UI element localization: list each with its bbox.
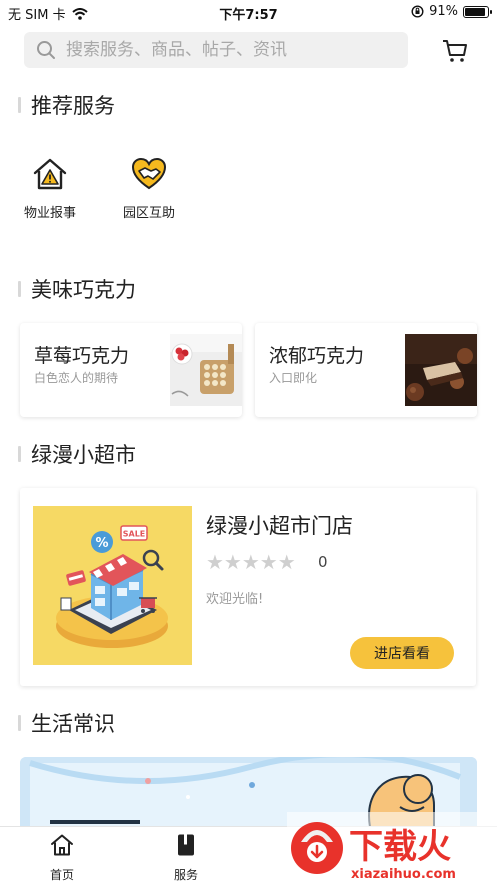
store-name: 绿漫小超市门店 (206, 514, 353, 538)
search-row (0, 32, 497, 70)
search-icon (37, 41, 55, 59)
rating-value: 0 (318, 553, 328, 571)
status-bar: 无 SIM 卡 下午7:57 91% (0, 0, 497, 26)
tab-home[interactable]: 首页 (32, 833, 92, 883)
watermark-text: 下载火 (349, 827, 451, 867)
enter-store-button[interactable]: 进店看看 (350, 637, 454, 669)
service-property-report[interactable]: 物业报事 (10, 156, 90, 221)
battery-fill (465, 7, 486, 16)
status-right-group: 91% (411, 4, 492, 19)
chocolate-card-strawberry[interactable]: 草莓巧克力 白色恋人的期待 (20, 323, 242, 417)
search-input[interactable] (66, 40, 386, 60)
section-supermarket-title: 绿漫小超市 (31, 443, 136, 467)
battery-icon (463, 5, 492, 18)
sale-tag: SALE (123, 530, 146, 539)
chocolate-card-rich[interactable]: 浓郁巧克力 入口即化 (255, 323, 477, 417)
watermark-logo: 下载火 xiazaihuo.com (287, 812, 497, 883)
section-marker (18, 446, 21, 462)
chocolate-desc: 入口即化 (269, 371, 318, 385)
section-supermarket: 绿漫小超市 (18, 439, 136, 469)
service-label: 园区互助 (122, 206, 175, 221)
chocolate-desc: 白色恋人的期待 (34, 371, 119, 385)
supermarket-illustration: % SALE (33, 506, 192, 665)
section-chocolate: 美味巧克力 (18, 274, 136, 304)
orientation-lock-icon (411, 5, 424, 18)
percent-tag: % (95, 536, 108, 551)
section-life-tips-title: 生活常识 (31, 712, 115, 736)
search-box[interactable] (24, 32, 408, 68)
strawberry-chocolate-image (170, 334, 242, 406)
rating-stars: ★★★★★ (206, 550, 296, 574)
section-recommended: 推荐服务 (18, 90, 115, 120)
service-label: 物业报事 (23, 206, 76, 221)
watermark-url: xiazaihuo.com (351, 867, 456, 882)
rich-chocolate-image (405, 334, 477, 406)
section-recommended-title: 推荐服务 (31, 94, 115, 118)
section-chocolate-title: 美味巧克力 (31, 278, 136, 302)
section-marker (18, 281, 21, 297)
store-card[interactable]: % SALE 绿漫小超市门店 ★★★★★ 0 欢迎光临! 进店看看 (20, 488, 476, 686)
section-marker (18, 715, 21, 731)
heart-handshake-icon (131, 157, 167, 190)
book-icon (178, 834, 194, 856)
home-icon (51, 834, 73, 856)
tab-services[interactable]: 服务 (156, 833, 216, 883)
store-welcome: 欢迎光临! (206, 592, 264, 607)
section-life-tips: 生活常识 (18, 708, 115, 738)
house-warning-icon (33, 158, 67, 190)
chocolate-name: 浓郁巧克力 (269, 345, 365, 367)
chocolate-name: 草莓巧克力 (34, 345, 130, 367)
section-marker (18, 97, 21, 113)
cart-icon[interactable] (441, 36, 469, 64)
service-mutual-help[interactable]: 园区互助 (109, 156, 189, 221)
battery-percent: 91% (429, 4, 458, 19)
tab-services-label: 服务 (173, 868, 198, 882)
tab-home-label: 首页 (49, 868, 74, 882)
